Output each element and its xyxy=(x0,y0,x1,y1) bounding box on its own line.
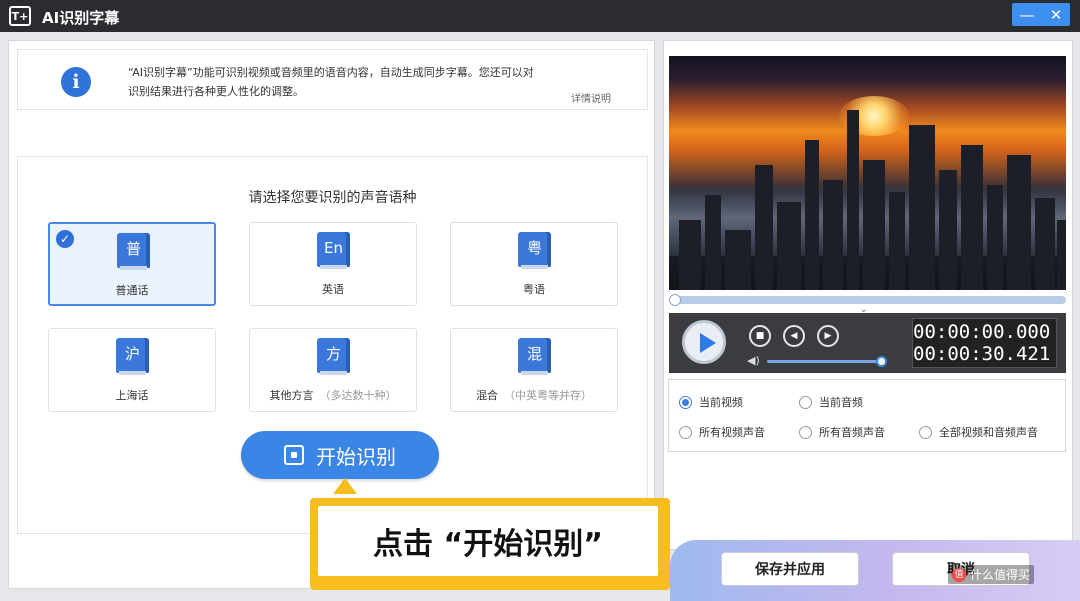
window-title: AI识别字幕 xyxy=(42,9,120,27)
language-option-cantonese[interactable]: 粤粤语 xyxy=(450,222,618,306)
callout-text: 点击 “开始识别” xyxy=(318,506,658,576)
watermark: 值 什么值得买 xyxy=(948,565,1035,584)
video-progress-bar[interactable] xyxy=(669,294,1066,306)
window-controls: — ✕ xyxy=(1012,3,1070,26)
source-radio-current-audio[interactable]: 当前音频 xyxy=(799,394,863,410)
volume-slider-handle[interactable] xyxy=(876,356,887,367)
details-link[interactable]: 详情说明 xyxy=(571,90,611,105)
source-radio-all-video-and-audio[interactable]: 全部视频和音频声音 xyxy=(919,424,1038,440)
building-shape xyxy=(805,140,819,290)
source-radio-current-video[interactable]: 当前视频 xyxy=(679,394,743,410)
radio-dot xyxy=(919,425,932,439)
language-option-label: 英语 xyxy=(250,281,416,297)
building-shape xyxy=(909,125,935,290)
radio-label: 所有音频声音 xyxy=(819,426,885,439)
language-note: （多达数十种） xyxy=(319,389,397,402)
building-shape xyxy=(1007,155,1031,290)
building-shape xyxy=(863,160,885,290)
radio-label: 所有视频声音 xyxy=(699,426,765,439)
play-button[interactable] xyxy=(682,320,726,364)
building-shape xyxy=(961,145,983,290)
radio-dot xyxy=(799,425,812,439)
language-name: 英语 xyxy=(322,283,344,296)
building-shape xyxy=(939,170,957,290)
title-bar: T+ AI识别字幕 — ✕ xyxy=(0,0,1080,32)
save-and-apply-button[interactable]: 保存并应用 xyxy=(721,552,859,586)
close-button[interactable]: ✕ xyxy=(1050,6,1063,24)
language-name: 普通话 xyxy=(115,284,149,297)
callout-arrow xyxy=(333,478,357,494)
language-option-other-dialects[interactable]: 方其他方言 （多达数十种） xyxy=(249,328,417,412)
audio-source-options: 当前视频 当前音频所有视频声音 所有音频声音 全部视频和音频声音 xyxy=(668,379,1066,452)
language-option-label: 粤语 xyxy=(451,281,617,297)
watermark-logo-icon: 值 xyxy=(952,567,966,582)
next-frame-button[interactable]: ▶ xyxy=(817,325,839,347)
book-icon: 粤 xyxy=(518,232,551,269)
language-option-label: 混合 （中英粤等并存） xyxy=(451,387,617,403)
scan-icon xyxy=(284,445,304,465)
total-time: 00:00:30.421 xyxy=(913,343,1051,365)
stop-button[interactable]: ■ xyxy=(749,325,771,347)
video-progress-handle[interactable] xyxy=(669,294,681,306)
building-shape xyxy=(705,195,721,290)
book-icon: 混 xyxy=(518,338,551,375)
radio-label: 当前视频 xyxy=(699,396,743,409)
language-option-shanghainese[interactable]: 沪上海话 xyxy=(48,328,216,412)
radio-dot xyxy=(799,395,812,409)
building-shape xyxy=(725,230,751,290)
building-shape xyxy=(777,202,801,290)
minimize-button[interactable]: — xyxy=(1020,6,1035,24)
language-note: （中英粤等并存） xyxy=(504,389,592,402)
building-shape xyxy=(1035,198,1055,290)
language-option-english[interactable]: En 英语 xyxy=(249,222,417,306)
volume-icon[interactable]: ◀) xyxy=(747,354,760,367)
info-icon: i xyxy=(61,67,91,97)
building-shape xyxy=(1057,220,1066,290)
book-icon: 普 xyxy=(117,233,150,270)
book-icon: 方 xyxy=(317,338,350,375)
start-recognition-label: 开始识别 xyxy=(316,444,396,469)
language-option-mixed[interactable]: 混混合 （中英粤等并存） xyxy=(450,328,618,412)
language-name: 上海话 xyxy=(115,389,149,402)
building-shape xyxy=(679,220,701,290)
radio-dot xyxy=(679,395,692,409)
info-text-line2: 识别结果进行各种更人性化的调整。 xyxy=(128,85,304,98)
book-icon: 沪 xyxy=(116,338,149,375)
book-icon: En xyxy=(317,232,350,269)
source-radio-all-audio[interactable]: 所有音频声音 xyxy=(799,424,885,440)
building-shape xyxy=(987,185,1003,290)
info-text-line1: “AI识别字幕”功能可识别视频或音频里的语音内容，自动生成同步字幕。您还可以对 xyxy=(128,66,534,79)
watermark-text: 什么值得买 xyxy=(970,568,1031,582)
language-option-label: 其他方言 （多达数十种） xyxy=(250,387,416,403)
info-card: i “AI识别字幕”功能可识别视频或音频里的语音内容，自动生成同步字幕。您还可以… xyxy=(17,49,648,110)
instruction-callout: 点击 “开始识别” xyxy=(310,498,670,590)
building-shape xyxy=(823,180,843,290)
current-time: 00:00:00.000 xyxy=(913,321,1051,343)
radio-dot xyxy=(679,425,692,439)
time-display: 00:00:00.000 00:00:30.421 xyxy=(912,318,1057,368)
building-shape xyxy=(755,165,773,290)
language-prompt: 请选择您要识别的声音语种 xyxy=(248,190,417,206)
language-option-label: 上海话 xyxy=(49,387,215,403)
start-recognition-button[interactable]: 开始识别 xyxy=(241,431,439,479)
language-name: 其他方言 xyxy=(269,389,314,402)
prev-frame-button[interactable]: ◀ xyxy=(783,325,805,347)
app-logo-icon: T+ xyxy=(9,6,31,26)
info-text: “AI识别字幕”功能可识别视频或音频里的语音内容，自动生成同步字幕。您还可以对 … xyxy=(128,63,628,101)
volume-slider[interactable] xyxy=(767,356,887,367)
check-icon: ✓ xyxy=(56,230,74,248)
radio-label: 当前音频 xyxy=(819,396,863,409)
language-option-mandarin[interactable]: ✓ 普普通话 xyxy=(48,222,216,306)
language-name: 粤语 xyxy=(523,283,545,296)
building-shape xyxy=(889,192,905,290)
preview-panel: ⌄ ■ ◀ ▶ ◀) 00:00:00.000 00:00:30.421 xyxy=(663,40,1073,550)
building-shape xyxy=(847,110,859,290)
language-name: 混合 xyxy=(476,389,498,402)
video-preview[interactable] xyxy=(669,56,1066,290)
language-option-label: 普通话 xyxy=(50,282,214,298)
source-radio-all-video-audio[interactable]: 所有视频声音 xyxy=(679,424,765,440)
player-controls: ■ ◀ ▶ ◀) 00:00:00.000 00:00:30.421 xyxy=(669,313,1066,373)
radio-label: 全部视频和音频声音 xyxy=(939,426,1038,439)
